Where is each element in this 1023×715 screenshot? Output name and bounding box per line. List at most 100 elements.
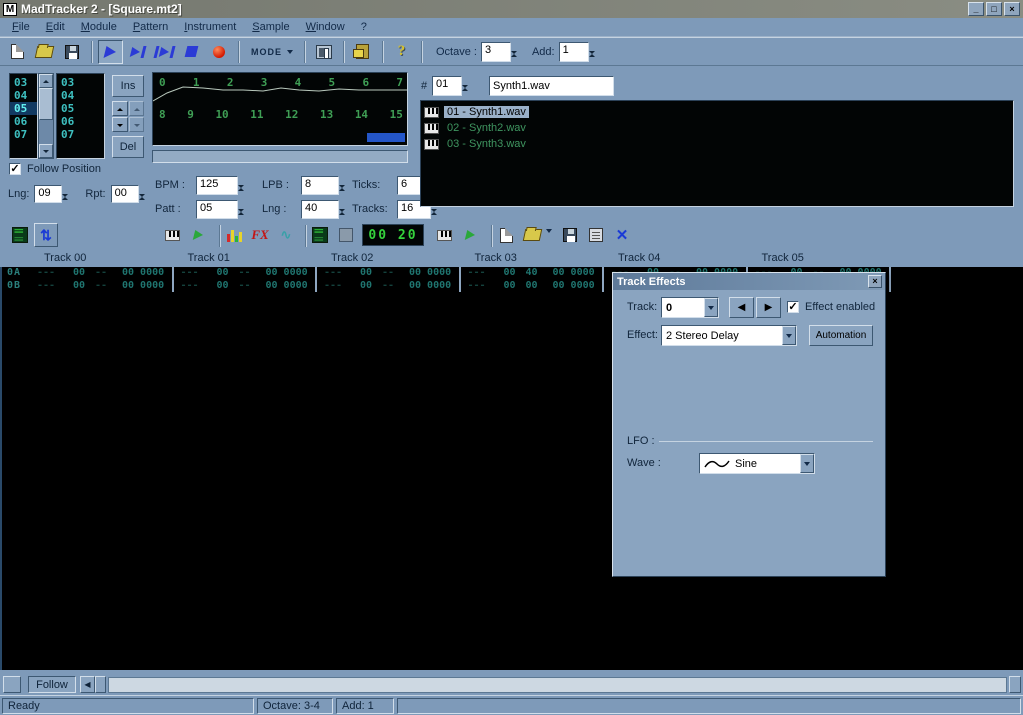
- exit-button[interactable]: [350, 40, 375, 64]
- sequence-position[interactable]: 4: [295, 76, 302, 89]
- sequence-position[interactable]: 6: [362, 76, 369, 89]
- play-button[interactable]: [98, 40, 123, 64]
- track-header-0[interactable]: Track 00: [44, 252, 86, 264]
- follow-toggle-button[interactable]: Follow: [28, 676, 76, 693]
- octave-value[interactable]: 3: [481, 42, 511, 62]
- sample-editor-button[interactable]: [432, 223, 456, 247]
- dialog-close-button[interactable]: ×: [868, 275, 882, 288]
- sequence-position[interactable]: 5: [329, 76, 336, 89]
- pattern-cell[interactable]: ---00--00 0000: [30, 280, 174, 293]
- sample-properties-button[interactable]: [584, 223, 608, 247]
- dialog-title-bar[interactable]: Track Effects ×: [613, 273, 885, 290]
- play-from-position-button[interactable]: [152, 40, 177, 64]
- pattern-cell[interactable]: ---00--00 0000: [317, 280, 461, 293]
- stop-button[interactable]: [179, 40, 204, 64]
- equalizer-button[interactable]: [222, 223, 246, 247]
- order-item[interactable]: 07: [10, 128, 37, 141]
- stepper-bpm[interactable]: 125: [196, 176, 251, 195]
- lng-stepper[interactable]: 09: [34, 185, 75, 203]
- delete-position-button[interactable]: Del: [112, 136, 144, 158]
- effects-button[interactable]: FX: [248, 223, 272, 247]
- sequence-position[interactable]: 2: [227, 76, 234, 89]
- stepper-lpb[interactable]: 8: [301, 176, 352, 195]
- pattern-sequence-display[interactable]: 01234567 89101112131415: [152, 72, 408, 146]
- menu-help[interactable]: ?: [353, 19, 375, 35]
- new-sample-button[interactable]: [494, 223, 518, 247]
- sequence-position[interactable]: 15: [390, 108, 403, 121]
- menu-module[interactable]: Module: [73, 19, 125, 35]
- stepper-patt[interactable]: 05: [196, 200, 251, 219]
- sequence-position[interactable]: 8: [159, 108, 166, 121]
- sample-list-item[interactable]: 02 - Synth2.wav: [421, 120, 1013, 136]
- sequence-position[interactable]: 3: [261, 76, 268, 89]
- load-sample-dropdown[interactable]: [546, 233, 552, 245]
- pattern-cell[interactable]: ---00--00 0000: [174, 280, 318, 293]
- order-item[interactable]: 06: [57, 115, 104, 128]
- load-sample-button[interactable]: [520, 223, 544, 247]
- play-pattern-button[interactable]: [125, 40, 150, 64]
- effect-select[interactable]: 2 Stereo Delay: [661, 325, 797, 346]
- corner-button[interactable]: [3, 676, 21, 693]
- effect-enabled-checkbox[interactable]: ✓: [787, 301, 799, 313]
- help-button[interactable]: ?: [389, 40, 414, 64]
- move-up-button[interactable]: [112, 101, 128, 116]
- scroll-left-button[interactable]: ◀: [80, 676, 95, 693]
- play-sample-button[interactable]: [186, 223, 210, 247]
- minimize-button[interactable]: _: [968, 2, 984, 16]
- record-button[interactable]: [206, 40, 231, 64]
- sample-list-item[interactable]: 03 - Synth3.wav: [421, 136, 1013, 152]
- scope-button[interactable]: ∿: [274, 223, 298, 247]
- sequence-position[interactable]: 1: [193, 76, 200, 89]
- sample-list[interactable]: 01 - Synth1.wav02 - Synth2.wav03 - Synth…: [420, 100, 1014, 207]
- pattern-cell[interactable]: ---00--00 0000: [174, 267, 318, 280]
- sequence-position[interactable]: 12: [285, 108, 298, 121]
- order-item[interactable]: 04: [57, 89, 104, 102]
- order-item[interactable]: 03: [57, 76, 104, 89]
- sequence-position[interactable]: 13: [320, 108, 333, 121]
- sequence-position[interactable]: 14: [355, 108, 368, 121]
- menu-pattern[interactable]: Pattern: [125, 19, 176, 35]
- instrument-editor-button[interactable]: [160, 223, 184, 247]
- maximize-button[interactable]: □: [986, 2, 1002, 16]
- chevron-down-icon[interactable]: [782, 326, 796, 345]
- track-header-1[interactable]: Track 01: [188, 252, 230, 264]
- save-module-button[interactable]: [59, 40, 84, 64]
- pattern-cell[interactable]: ---00--00 0000: [317, 267, 461, 280]
- pattern-view-button[interactable]: [308, 223, 332, 247]
- mixer-button[interactable]: [311, 40, 336, 64]
- open-module-button[interactable]: [32, 40, 57, 64]
- sequence-position[interactable]: 11: [250, 108, 263, 121]
- next-track-button[interactable]: ▶: [756, 297, 781, 318]
- order-item[interactable]: 05: [10, 102, 37, 115]
- close-button[interactable]: ×: [1004, 2, 1020, 16]
- order-item[interactable]: 04: [10, 89, 37, 102]
- order-item[interactable]: 06: [10, 115, 37, 128]
- rpt-value[interactable]: 00: [111, 185, 139, 203]
- sequence-position[interactable]: 9: [187, 108, 194, 121]
- play-instrument-button[interactable]: [458, 223, 482, 247]
- add-value[interactable]: 1: [559, 42, 589, 62]
- order-position-list[interactable]: 0304050607: [9, 73, 38, 159]
- menu-edit[interactable]: Edit: [38, 19, 73, 35]
- pattern-cell[interactable]: ---000000 0000: [461, 280, 605, 293]
- add-stepper[interactable]: 1: [559, 42, 602, 62]
- stepper-lng[interactable]: 40: [301, 200, 352, 219]
- scroll-corner[interactable]: [1009, 676, 1021, 693]
- move-down-button[interactable]: [112, 117, 128, 132]
- order-item[interactable]: 07: [57, 128, 104, 141]
- chevron-down-icon[interactable]: [800, 454, 814, 473]
- track-header-4[interactable]: Track 04: [618, 252, 660, 264]
- horizontal-scrollbar[interactable]: [108, 677, 1007, 693]
- menu-file[interactable]: File: [4, 19, 38, 35]
- track-select[interactable]: 0: [661, 297, 719, 318]
- sample-name-input[interactable]: Synth1.wav: [489, 76, 614, 96]
- sample-list-item[interactable]: 01 - Synth1.wav: [421, 104, 1013, 120]
- blank-view-button[interactable]: [334, 223, 358, 247]
- previous-track-button[interactable]: ◀: [729, 297, 754, 318]
- follow-position-control[interactable]: ✓ Follow Position: [9, 163, 101, 175]
- instrument-number-value[interactable]: 01: [432, 76, 462, 96]
- insert-position-button[interactable]: Ins: [112, 75, 144, 97]
- order-scrollbar[interactable]: [38, 73, 54, 159]
- lng-value[interactable]: 09: [34, 185, 62, 203]
- new-module-button[interactable]: [5, 40, 30, 64]
